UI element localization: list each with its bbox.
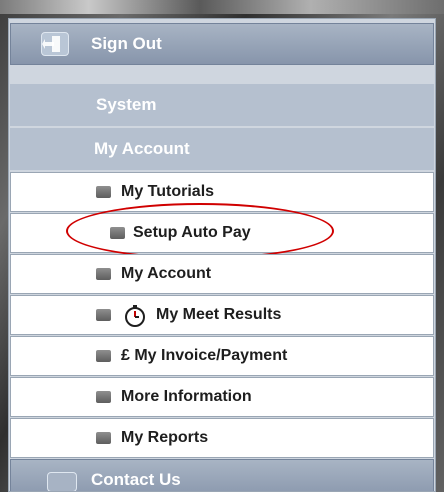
square-bullet-icon xyxy=(96,309,111,321)
section-my-account-label: My Account xyxy=(94,139,190,158)
square-bullet-icon xyxy=(110,227,125,239)
section-system[interactable]: System xyxy=(10,84,434,126)
envelope-icon xyxy=(47,472,77,491)
menu-item-label: Setup Auto Pay xyxy=(133,224,251,241)
menu-item-label: £ My Invoice/Payment xyxy=(121,347,288,364)
contact-us-label: Contact Us xyxy=(91,470,181,489)
menu-item-my-tutorials[interactable]: My Tutorials xyxy=(10,172,434,212)
section-system-label: System xyxy=(96,95,157,114)
square-bullet-icon xyxy=(96,391,111,403)
square-bullet-icon xyxy=(96,350,111,362)
menu-item-setup-auto-pay[interactable]: Setup Auto Pay xyxy=(10,203,434,259)
sign-out-icon xyxy=(41,32,69,56)
menu-item-label: My Tutorials xyxy=(121,183,215,200)
contact-us-button[interactable]: Contact Us xyxy=(10,459,434,491)
square-bullet-icon xyxy=(96,268,111,280)
my-account-menu-list: My Tutorials Setup Auto Pay My Account M… xyxy=(10,172,434,459)
menu-item-label: More Information xyxy=(121,388,252,405)
menu-item-my-meet-results[interactable]: My Meet Results xyxy=(10,295,434,335)
menu-item-more-information[interactable]: More Information xyxy=(10,377,434,417)
sign-out-button[interactable]: Sign Out xyxy=(10,23,434,65)
square-bullet-icon xyxy=(96,186,111,198)
background-top-strip xyxy=(0,0,444,14)
menu-item-label: My Account xyxy=(121,265,212,282)
section-my-account[interactable]: My Account xyxy=(10,128,434,170)
navigation-panel: Sign Out System My Account My Tutorials … xyxy=(8,18,436,492)
menu-item-my-account[interactable]: My Account xyxy=(10,254,434,294)
menu-item-my-reports[interactable]: My Reports xyxy=(10,418,434,458)
menu-item-label: My Reports xyxy=(121,429,209,446)
stopwatch-icon xyxy=(123,304,147,328)
menu-item-my-invoice-payment[interactable]: £ My Invoice/Payment xyxy=(10,336,434,376)
sign-out-label: Sign Out xyxy=(91,34,162,53)
menu-item-label: My Meet Results xyxy=(156,306,282,323)
square-bullet-icon xyxy=(96,432,111,444)
